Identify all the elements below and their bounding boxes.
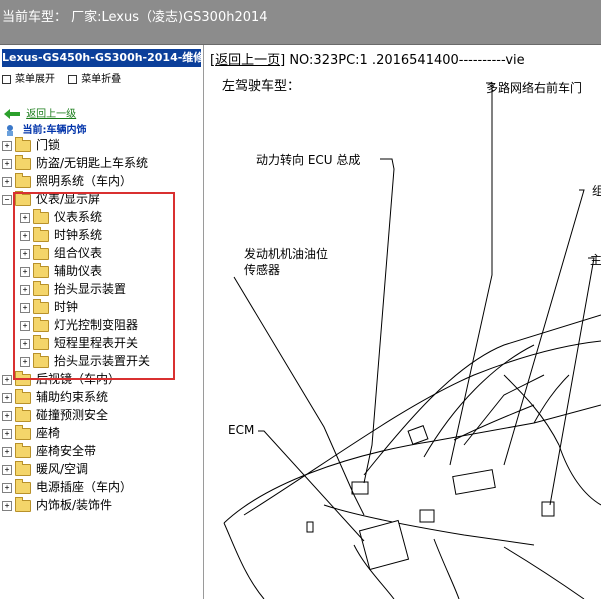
tree-item-power-outlet[interactable]: + 电源插座（车内） xyxy=(2,478,132,496)
document-pane: [返回上一页] NO:323PC:1 .2016541400----------… xyxy=(204,45,601,599)
folder-icon xyxy=(15,136,31,152)
folder-icon xyxy=(15,424,31,440)
expand-icon[interactable]: + xyxy=(2,392,12,403)
pane-title: Lexus-GS450h-GS300h-2014-维修 xyxy=(2,49,201,67)
current-location: 当前:车辆内饰 xyxy=(4,121,86,136)
tree-item-hvac[interactable]: + 暖风/空调 xyxy=(2,460,88,478)
expand-icon[interactable]: + xyxy=(2,176,12,187)
menu-toolbar: 菜单展开 菜单折叠 xyxy=(2,70,131,85)
folder-icon xyxy=(15,496,31,512)
back-arrow-icon xyxy=(4,109,20,119)
expand-icon[interactable]: + xyxy=(2,374,12,385)
expand-icon[interactable]: + xyxy=(2,500,12,511)
tree-item-antitheft[interactable]: + 防盗/无钥匙上车系统 xyxy=(2,154,148,172)
label-cut-2: 主 xyxy=(590,253,601,267)
back-link[interactable]: 返回上一级 xyxy=(26,109,76,120)
title-bar: 当前车型： 厂家:Lexus（凌志)GS300h2014 xyxy=(0,0,601,45)
tree-item-interior-lighting[interactable]: + 照明系统（车内） xyxy=(2,172,132,190)
back-row: 返回上一级 xyxy=(4,105,76,120)
expand-icon[interactable]: + xyxy=(2,446,12,457)
label-oil-level-sensor-2: 传感器 xyxy=(244,263,281,277)
folder-icon xyxy=(15,460,31,476)
expand-icon[interactable]: + xyxy=(2,464,12,475)
vehicle-title: 当前车型： 厂家:Lexus（凌志)GS300h2014 xyxy=(2,10,268,25)
tree-item-interior-trim[interactable]: + 内饰板/装饰件 xyxy=(2,496,112,514)
expand-icon[interactable]: + xyxy=(2,410,12,421)
collapse-all-button[interactable]: 菜单折叠 xyxy=(68,74,121,85)
folder-icon xyxy=(15,154,31,170)
folder-icon xyxy=(15,388,31,404)
folder-icon xyxy=(15,406,31,422)
tree-item-seat-belt[interactable]: + 座椅安全带 xyxy=(2,442,96,460)
expand-icon[interactable]: + xyxy=(2,482,12,493)
expand-icon[interactable]: + xyxy=(2,158,12,169)
label-oil-level-sensor-1: 发动机机油油位 xyxy=(244,247,329,261)
folder-icon xyxy=(15,442,31,458)
label-multiplex-door-ecu: 多路网络右前车门 xyxy=(486,81,583,95)
tree-item-seat[interactable]: + 座椅 xyxy=(2,424,60,442)
highlight-box xyxy=(13,192,175,380)
expand-icon xyxy=(2,74,11,84)
tree-item-pre-collision[interactable]: + 碰撞预测安全 xyxy=(2,406,108,424)
expand-icon[interactable]: + xyxy=(2,140,12,151)
tree-item-srs[interactable]: + 辅助约束系统 xyxy=(2,388,108,406)
collapse-icon[interactable]: − xyxy=(2,194,12,205)
label-cut-1: 组 xyxy=(592,184,601,198)
expand-all-button[interactable]: 菜单展开 xyxy=(2,74,55,85)
navigation-pane: Lexus-GS450h-GS300h-2014-维修 菜单展开 菜单折叠 返回… xyxy=(0,45,204,599)
folder-icon xyxy=(15,172,31,188)
location-icon xyxy=(7,125,13,136)
expand-icon[interactable]: + xyxy=(2,428,12,439)
label-ecm: ECM xyxy=(228,423,255,437)
tree-item-door-lock[interactable]: + 门锁 xyxy=(2,136,60,154)
label-power-steering-ecu: 动力转向 ECU 总成 xyxy=(256,153,361,167)
component-location-diagram xyxy=(223,82,601,599)
collapse-icon xyxy=(68,74,78,84)
folder-icon xyxy=(15,478,31,494)
